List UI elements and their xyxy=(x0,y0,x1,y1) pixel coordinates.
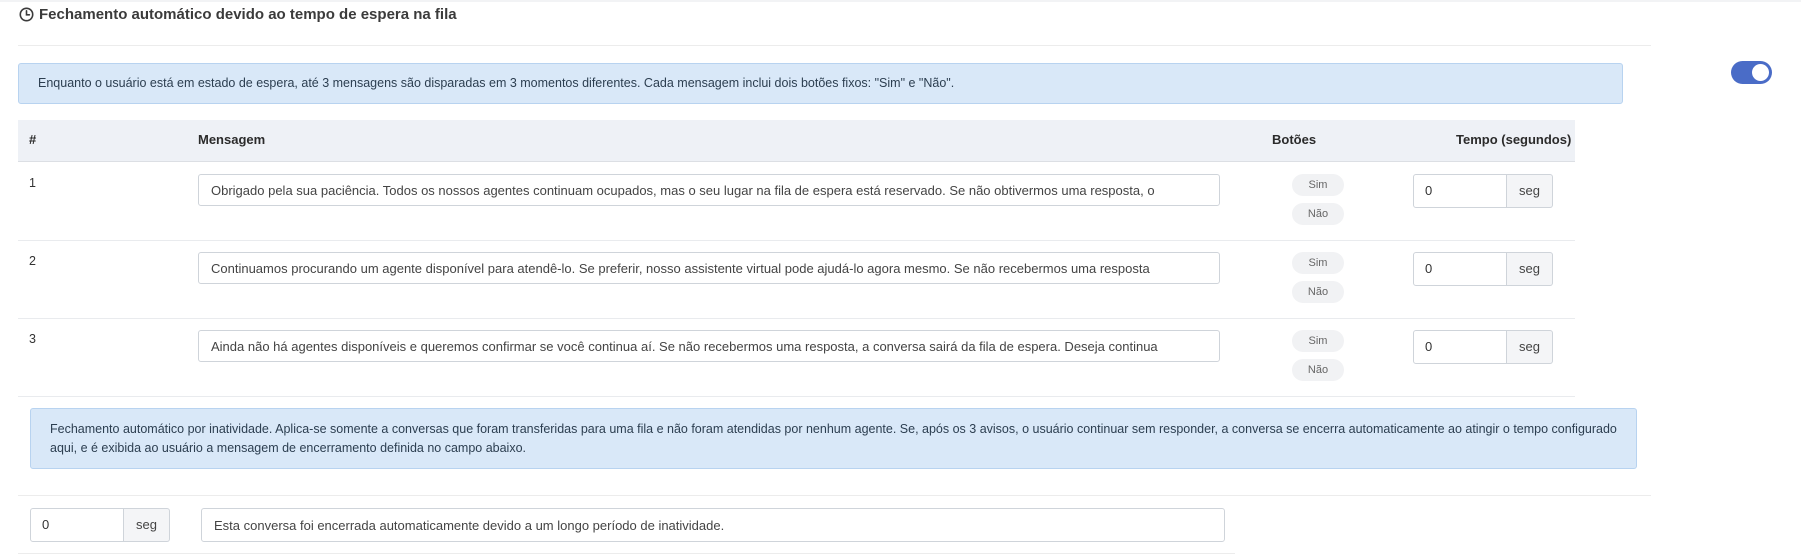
table-row: 3 Ainda não há agentes disponíveis e que… xyxy=(18,318,1575,397)
enable-toggle[interactable] xyxy=(1731,61,1772,84)
toggle-knob xyxy=(1752,64,1769,81)
time-field: 0 seg xyxy=(1413,174,1553,208)
column-header-time: Tempo (segundos) xyxy=(1456,132,1572,147)
column-header-message: Mensagem xyxy=(198,132,266,147)
yes-button-preview: Sim xyxy=(1292,330,1344,352)
top-divider xyxy=(0,0,1801,2)
time-field: 0 seg xyxy=(1413,330,1553,364)
closing-time-unit-label: seg xyxy=(124,508,170,542)
no-button-preview: Não xyxy=(1292,203,1344,225)
table-row: 2 Continuamos procurando um agente dispo… xyxy=(18,240,1575,319)
yes-button-preview: Sim xyxy=(1292,252,1344,274)
info-alert-top: Enquanto o usuário está em estado de esp… xyxy=(18,63,1623,104)
time-field: 0 seg xyxy=(1413,252,1553,286)
divider xyxy=(18,495,1651,496)
time-unit-label: seg xyxy=(1507,252,1553,286)
message-input[interactable]: Ainda não há agentes disponíveis e quere… xyxy=(198,330,1220,362)
message-input[interactable]: Obrigado pela sua paciência. Todos os no… xyxy=(198,174,1220,206)
time-unit-label: seg xyxy=(1507,330,1553,364)
time-input[interactable]: 0 xyxy=(1413,174,1507,208)
row-number: 1 xyxy=(29,176,36,190)
closing-time-input[interactable]: 0 xyxy=(30,508,124,542)
column-header-number: # xyxy=(29,132,37,147)
time-input[interactable]: 0 xyxy=(1413,252,1507,286)
table-row: 1 Obrigado pela sua paciência. Todos os … xyxy=(18,162,1575,241)
no-button-preview: Não xyxy=(1292,359,1344,381)
column-header-buttons: Botões xyxy=(1272,132,1317,147)
divider xyxy=(18,45,1651,46)
yes-button-preview: Sim xyxy=(1292,174,1344,196)
info-alert-inactivity: Fechamento automático por inatividade. A… xyxy=(30,408,1637,469)
closing-time-field: 0 seg xyxy=(30,508,170,542)
time-unit-label: seg xyxy=(1507,174,1553,208)
closing-message-input[interactable]: Esta conversa foi encerrada automaticame… xyxy=(201,508,1225,542)
row-number: 2 xyxy=(29,254,36,268)
row-number: 3 xyxy=(29,332,36,346)
section-title: Fechamento automático devido ao tempo de… xyxy=(39,6,457,23)
time-input[interactable]: 0 xyxy=(1413,330,1507,364)
section-header: Fechamento automático devido ao tempo de… xyxy=(19,6,457,23)
no-button-preview: Não xyxy=(1292,281,1344,303)
divider xyxy=(18,553,1235,554)
table-header: # Mensagem Botões Tempo (segundos) xyxy=(18,120,1575,162)
clock-icon xyxy=(19,7,34,22)
message-input[interactable]: Continuamos procurando um agente disponí… xyxy=(198,252,1220,284)
